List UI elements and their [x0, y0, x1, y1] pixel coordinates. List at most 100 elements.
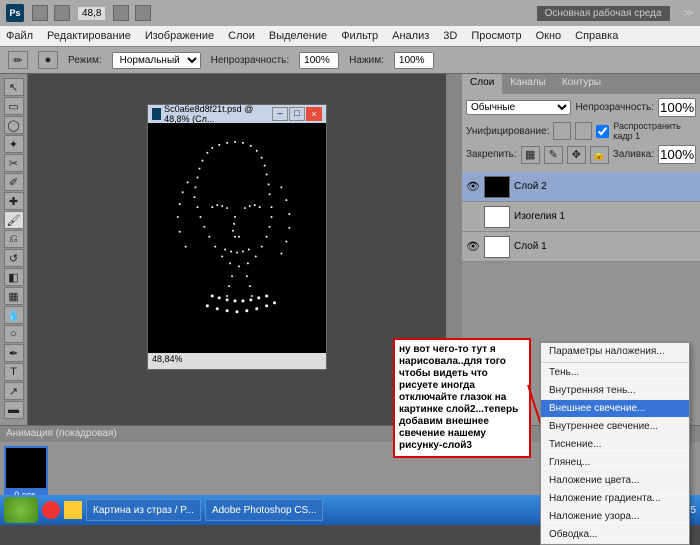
layer-opacity-input[interactable] — [658, 98, 696, 117]
heal-tool[interactable]: ✚ — [4, 192, 24, 210]
tab-paths[interactable]: Контуры — [554, 74, 609, 94]
unify-icon[interactable] — [553, 122, 570, 140]
ctx-drop-shadow[interactable]: Тень... — [541, 364, 689, 382]
ctx-inner-shadow[interactable]: Внутренняя тень... — [541, 382, 689, 400]
minimize-button[interactable]: ‒ — [272, 107, 288, 121]
start-button[interactable] — [4, 497, 38, 523]
fill-input[interactable] — [658, 145, 696, 164]
layer-blend-select[interactable]: Обычные — [466, 100, 571, 115]
pen-tool[interactable]: ✒ — [4, 344, 24, 362]
menu-window[interactable]: Окно — [536, 30, 562, 42]
propagate-checkbox[interactable] — [596, 125, 609, 138]
menu-filter[interactable]: Фильтр — [341, 30, 378, 42]
history-brush-tool[interactable]: ↺ — [4, 249, 24, 267]
hand-icon[interactable] — [113, 5, 129, 21]
tab-layers[interactable]: Слои — [462, 74, 502, 94]
menu-view[interactable]: Просмотр — [471, 30, 521, 42]
opacity-input[interactable] — [299, 52, 339, 69]
canvas-area: Sc0a6e8d8f21t.psd @ 48,8% (Сл... ‒ □ × — [28, 74, 446, 425]
layer-thumbnail[interactable] — [484, 206, 510, 228]
blend-mode-select[interactable]: Нормальный — [112, 52, 201, 69]
taskbar-item[interactable]: Картина из страз / P... — [86, 499, 201, 521]
layer-item[interactable]: 👁 Слой 1 — [462, 232, 700, 262]
opera-icon[interactable] — [42, 501, 60, 519]
menu-help[interactable]: Справка — [575, 30, 618, 42]
wand-tool[interactable]: ✦ — [4, 135, 24, 153]
close-button[interactable]: × — [306, 107, 322, 121]
panel-tabs: Слои Каналы Контуры — [462, 74, 700, 94]
gradient-tool[interactable]: ▦ — [4, 287, 24, 305]
unification-label: Унифицирование: — [466, 126, 549, 137]
menu-layer[interactable]: Слои — [228, 30, 255, 42]
taskbar-item[interactable]: Adobe Photoshop CS... — [205, 499, 324, 521]
ctx-gradient-overlay[interactable]: Наложение градиента... — [541, 490, 689, 508]
workspace-selector[interactable]: Основная рабочая среда — [537, 6, 670, 21]
menu-3d[interactable]: 3D — [443, 30, 457, 42]
unify-icon-2[interactable] — [575, 122, 592, 140]
dodge-tool[interactable]: ○ — [4, 325, 24, 343]
type-tool[interactable]: T — [4, 363, 24, 381]
annotation-box: ну вот чего-то тут я нарисовала..для тог… — [393, 338, 531, 458]
blur-tool[interactable]: 💧 — [4, 306, 24, 324]
layer-thumbnail[interactable] — [484, 176, 510, 198]
layer-name[interactable]: Слой 2 — [514, 181, 547, 192]
animation-frame[interactable] — [4, 446, 48, 490]
visibility-icon[interactable] — [466, 210, 480, 224]
layer-name[interactable]: Слой 1 — [514, 241, 547, 252]
bridge-icon[interactable] — [32, 5, 48, 21]
lock-pixels-icon[interactable]: ✎ — [544, 146, 563, 164]
menu-file[interactable]: Файл — [6, 30, 33, 42]
layer-opacity-label: Непрозрачность: — [575, 102, 654, 113]
crop-tool[interactable]: ✂ — [4, 154, 24, 172]
arrange-icon[interactable] — [54, 5, 70, 21]
lock-transparency-icon[interactable]: ▦ — [521, 146, 540, 164]
opacity-label: Непрозрачность: — [211, 55, 290, 66]
zoom-value[interactable]: 48,8 — [78, 7, 105, 20]
marquee-tool[interactable]: ▭ — [4, 97, 24, 115]
maximize-button[interactable]: □ — [289, 107, 305, 121]
ctx-inner-glow[interactable]: Внутреннее свечение... — [541, 418, 689, 436]
brush-tool[interactable]: 🖌 — [4, 211, 24, 229]
visibility-icon[interactable]: 👁 — [466, 180, 480, 194]
zoom-icon[interactable] — [135, 5, 151, 21]
ctx-bevel[interactable]: Тиснение... — [541, 436, 689, 454]
doc-ps-icon — [152, 108, 161, 120]
menu-image[interactable]: Изображение — [145, 30, 214, 42]
brush-preset-icon[interactable]: ✏ — [8, 51, 28, 69]
menu-analysis[interactable]: Анализ — [392, 30, 429, 42]
ctx-pattern-overlay[interactable]: Наложение узора... — [541, 508, 689, 526]
eyedropper-tool[interactable]: ✐ — [4, 173, 24, 191]
menu-edit[interactable]: Редактирование — [47, 30, 131, 42]
document-window: Sc0a6e8d8f21t.psd @ 48,8% (Сл... ‒ □ × — [147, 104, 327, 370]
lock-position-icon[interactable]: ✥ — [567, 146, 586, 164]
layer-item[interactable]: 👁 Слой 2 — [462, 172, 700, 202]
brush-picker[interactable]: ● — [38, 51, 58, 69]
ctx-outer-glow[interactable]: Внешнее свечение... — [541, 400, 689, 418]
options-bar: ✏ ● Режим: Нормальный Непрозрачность: На… — [0, 46, 700, 74]
stamp-tool[interactable]: ⎌ — [4, 230, 24, 248]
layer-name[interactable]: Изогелия 1 — [514, 211, 565, 222]
flow-input[interactable] — [394, 52, 434, 69]
document-canvas[interactable] — [148, 123, 326, 353]
lasso-tool[interactable]: ◯ — [4, 116, 24, 134]
move-tool[interactable]: ↖ — [4, 78, 24, 96]
ctx-stroke[interactable]: Обводка... — [541, 526, 689, 544]
expand-icon[interactable]: ≫ — [684, 8, 694, 19]
layer-item[interactable]: Изогелия 1 — [462, 202, 700, 232]
ctx-satin[interactable]: Глянец... — [541, 454, 689, 472]
path-tool[interactable]: ↗ — [4, 382, 24, 400]
menu-select[interactable]: Выделение — [269, 30, 327, 42]
layer-thumbnail[interactable] — [484, 236, 510, 258]
lock-all-icon[interactable]: 🔒 — [590, 146, 609, 164]
eraser-tool[interactable]: ◧ — [4, 268, 24, 286]
visibility-icon[interactable]: 👁 — [466, 240, 480, 254]
document-titlebar[interactable]: Sc0a6e8d8f21t.psd @ 48,8% (Сл... ‒ □ × — [148, 105, 326, 123]
shape-tool[interactable]: ▬ — [4, 401, 24, 419]
mode-label: Режим: — [68, 55, 102, 66]
ctx-blending-options[interactable]: Параметры наложения... — [541, 343, 689, 361]
doc-arrange-icons[interactable] — [32, 5, 70, 21]
ctx-color-overlay[interactable]: Наложение цвета... — [541, 472, 689, 490]
tab-channels[interactable]: Каналы — [502, 74, 554, 94]
application-bar: Ps 48,8 Основная рабочая среда ≫ — [0, 0, 700, 26]
folder-icon[interactable] — [64, 501, 82, 519]
